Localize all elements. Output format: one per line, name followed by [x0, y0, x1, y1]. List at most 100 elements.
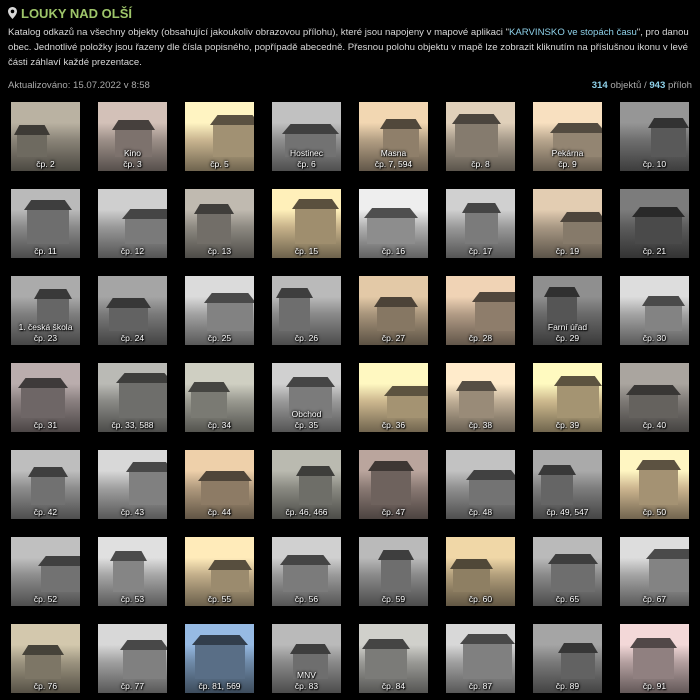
photo-building-shape — [210, 115, 254, 157]
photo-roof-shape — [208, 560, 252, 570]
object-tile[interactable]: čp. 10 — [620, 102, 689, 171]
house-number: čp. 53 — [120, 594, 145, 604]
object-tile[interactable]: čp. 77 — [98, 624, 167, 693]
object-tile[interactable]: Farní úřad čp. 29 — [533, 276, 602, 345]
photo-roof-shape — [34, 289, 72, 299]
photo-roof-shape — [554, 376, 602, 386]
object-tile[interactable]: čp. 59 — [359, 537, 428, 606]
object-tile[interactable]: čp. 39 — [533, 363, 602, 432]
object-tile[interactable]: čp. 34 — [185, 363, 254, 432]
photo-building-shape — [22, 645, 64, 679]
house-number: čp. 19 — [555, 246, 580, 256]
object-tile[interactable]: čp. 44 — [185, 450, 254, 519]
photo-building-shape — [636, 460, 681, 505]
house-number: čp. 30 — [642, 333, 667, 343]
house-number: čp. 76 — [33, 681, 58, 691]
photo-roof-shape — [364, 208, 418, 218]
object-tile[interactable]: čp. 49, 547 — [533, 450, 602, 519]
photo-roof-shape — [24, 200, 72, 210]
photo-building-shape — [280, 555, 331, 592]
object-tile[interactable]: čp. 38 — [446, 363, 515, 432]
object-tile[interactable]: čp. 28 — [446, 276, 515, 345]
object-name: Obchod — [291, 409, 322, 419]
house-number: čp. 21 — [642, 246, 667, 256]
object-tile[interactable]: čp. 16 — [359, 189, 428, 258]
object-tile[interactable]: čp. 21 — [620, 189, 689, 258]
object-tile[interactable]: Pekárna čp. 9 — [533, 102, 602, 171]
object-tile[interactable]: Hostinec čp. 6 — [272, 102, 341, 171]
object-tile[interactable]: čp. 15 — [272, 189, 341, 258]
object-tile[interactable]: čp. 30 — [620, 276, 689, 345]
photo-building-shape — [368, 461, 414, 505]
house-number: čp. 15 — [294, 246, 319, 256]
object-tile[interactable]: čp. 40 — [620, 363, 689, 432]
object-tile[interactable]: čp. 13 — [185, 189, 254, 258]
photo-roof-shape — [550, 123, 602, 133]
object-tile[interactable]: čp. 56 — [272, 537, 341, 606]
photo-building-shape — [362, 639, 410, 679]
object-tile[interactable]: čp. 33, 588 — [98, 363, 167, 432]
photo-building-shape — [472, 292, 515, 331]
photo-building-shape — [106, 298, 151, 331]
photo-building-shape — [626, 385, 681, 418]
house-number: čp. 16 — [381, 246, 406, 256]
object-tile[interactable]: čp. 25 — [185, 276, 254, 345]
object-tile[interactable]: čp. 43 — [98, 450, 167, 519]
object-tile[interactable]: čp. 5 — [185, 102, 254, 171]
object-tile[interactable]: čp. 48 — [446, 450, 515, 519]
object-tile[interactable]: čp. 84 — [359, 624, 428, 693]
object-tile[interactable]: čp. 26 — [272, 276, 341, 345]
object-tile[interactable]: čp. 67 — [620, 537, 689, 606]
object-tile[interactable]: čp. 17 — [446, 189, 515, 258]
object-tile[interactable]: Obchod čp. 35 — [272, 363, 341, 432]
house-number: čp. 5 — [210, 159, 229, 169]
object-tile[interactable]: čp. 2 — [11, 102, 80, 171]
photo-roof-shape — [384, 386, 428, 396]
house-number: čp. 36 — [381, 420, 406, 430]
object-tile[interactable]: čp. 12 — [98, 189, 167, 258]
photo-roof-shape — [280, 555, 331, 565]
object-tile[interactable]: čp. 65 — [533, 537, 602, 606]
photo-building-shape — [276, 288, 313, 331]
object-tile[interactable]: čp. 87 — [446, 624, 515, 693]
object-tile[interactable]: čp. 53 — [98, 537, 167, 606]
house-number: čp. 50 — [642, 507, 667, 517]
photo-roof-shape — [204, 293, 254, 303]
object-tile[interactable]: Kino čp. 3 — [98, 102, 167, 171]
object-tile[interactable]: čp. 52 — [11, 537, 80, 606]
house-number: čp. 34 — [207, 420, 232, 430]
object-tile[interactable]: čp. 46, 466 — [272, 450, 341, 519]
photo-roof-shape — [210, 115, 254, 125]
object-tile[interactable]: čp. 89 — [533, 624, 602, 693]
photo-building-shape — [450, 559, 493, 592]
object-tile[interactable]: čp. 60 — [446, 537, 515, 606]
photo-roof-shape — [120, 640, 167, 650]
object-tile[interactable]: čp. 47 — [359, 450, 428, 519]
object-tile[interactable]: čp. 76 — [11, 624, 80, 693]
object-tile[interactable]: čp. 11 — [11, 189, 80, 258]
object-tile[interactable]: čp. 27 — [359, 276, 428, 345]
object-tile[interactable]: čp. 91 — [620, 624, 689, 693]
page: LOUKY NAD OLŠÍ Katalog odkazů na všechny… — [0, 0, 700, 700]
object-tile[interactable]: MNV čp. 83 — [272, 624, 341, 693]
photo-building-shape — [462, 203, 501, 244]
object-tile[interactable]: Masna čp. 7, 594 — [359, 102, 428, 171]
object-tile[interactable]: čp. 8 — [446, 102, 515, 171]
photo-roof-shape — [548, 554, 598, 564]
photo-building-shape — [38, 556, 80, 592]
photo-building-shape — [192, 635, 248, 679]
object-tile[interactable]: čp. 42 — [11, 450, 80, 519]
object-tile[interactable]: čp. 36 — [359, 363, 428, 432]
object-tile[interactable]: čp. 50 — [620, 450, 689, 519]
object-tile[interactable]: čp. 55 — [185, 537, 254, 606]
house-number: čp. 11 — [34, 246, 57, 256]
object-tile[interactable]: čp. 24 — [98, 276, 167, 345]
photo-roof-shape — [626, 385, 681, 395]
object-tile[interactable]: 1. česká škola čp. 23 — [11, 276, 80, 345]
object-tile[interactable]: čp. 19 — [533, 189, 602, 258]
photo-roof-shape — [18, 378, 68, 388]
object-tile[interactable]: čp. 81, 569 — [185, 624, 254, 693]
object-tile[interactable]: čp. 31 — [11, 363, 80, 432]
photo-building-shape — [558, 643, 598, 679]
photo-building-shape — [630, 638, 677, 679]
